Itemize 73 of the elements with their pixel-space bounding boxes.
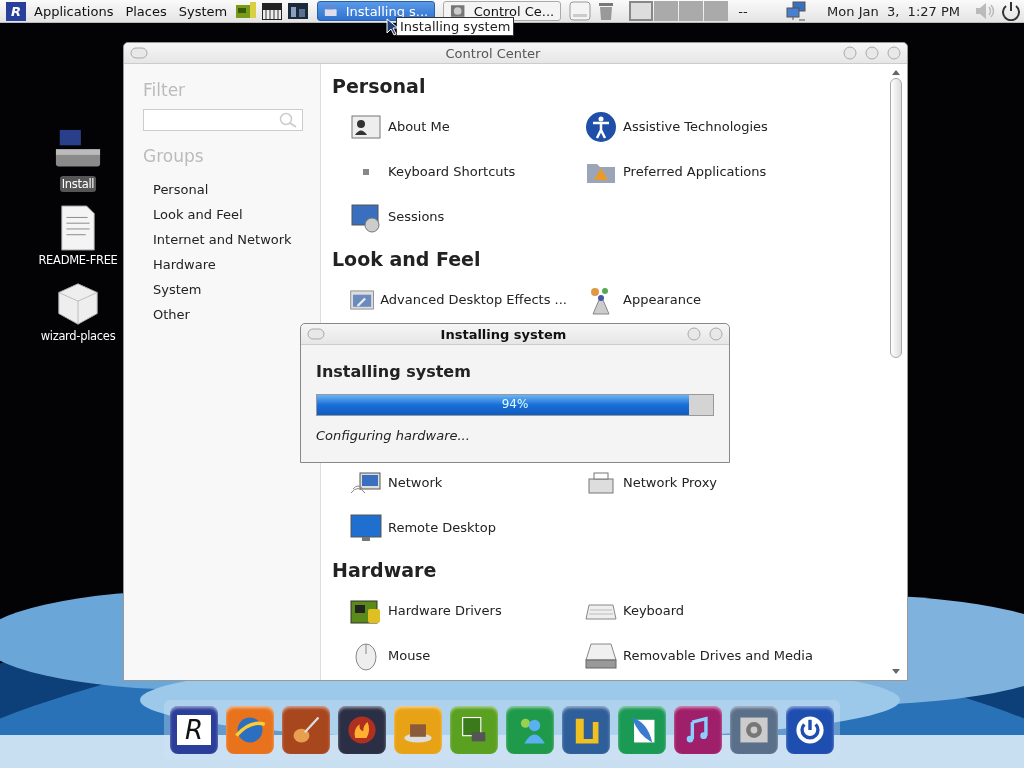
cursor-icon	[386, 18, 398, 36]
section-heading: Personal	[332, 74, 427, 99]
section-heading: Hardware	[332, 558, 438, 583]
status-text: Configuring hardware...	[316, 428, 471, 443]
monitor-icon[interactable]	[350, 511, 382, 544]
logo[interactable]: R	[6, 1, 26, 21]
settings-item-link[interactable]: Network Proxy	[623, 475, 718, 490]
desktop-icon-label[interactable]: Install	[59, 176, 97, 192]
tooltip: Installing system	[396, 17, 515, 36]
window-title: Installing system	[439, 326, 568, 342]
settings-item-link[interactable]: Keyboard	[623, 603, 685, 618]
power-icon	[793, 713, 827, 747]
flame-icon	[345, 713, 379, 747]
scrollbar-thumb[interactable]	[890, 78, 902, 358]
group-link[interactable]: Other	[143, 302, 190, 327]
filter-field[interactable]	[143, 109, 303, 131]
workspace-name: --	[738, 3, 748, 19]
power-icon[interactable]	[1000, 1, 1022, 21]
group-link[interactable]: Personal	[143, 177, 209, 202]
settings-item-link[interactable]: Remote Desktop	[388, 520, 496, 535]
filter-label: Filter	[143, 80, 186, 102]
workspace-button[interactable]	[654, 1, 679, 21]
settings-item-link[interactable]: Hardware Drivers	[388, 603, 502, 618]
desktop-icon-label[interactable]: README-FREE	[36, 252, 120, 268]
piano-icon[interactable]	[261, 1, 284, 21]
menu-item[interactable]: Applications	[30, 3, 118, 19]
scroll-up-icon[interactable]	[891, 68, 901, 76]
settings-item-link[interactable]: Advanced Desktop Effects ...	[380, 292, 567, 307]
window-title: Control Center	[444, 45, 542, 61]
settings-item-link[interactable]: Keyboard Shortcuts	[388, 164, 516, 179]
dock-button[interactable]	[674, 706, 722, 754]
menu-item[interactable]: Places	[121, 3, 171, 19]
workspace-button[interactable]	[679, 1, 704, 21]
settings-item-link[interactable]: Sessions	[388, 209, 445, 224]
workspace-button[interactable]	[629, 1, 654, 21]
scroll-down-icon[interactable]	[891, 668, 901, 676]
dock-button[interactable]	[562, 706, 610, 754]
taskbar-button[interactable]: Installing s...	[317, 1, 436, 21]
settings-item-link[interactable]: Mouse	[388, 648, 431, 663]
settings-item-link[interactable]: Network	[388, 475, 443, 490]
dock-logo-button[interactable]: R	[170, 706, 218, 754]
dock-button[interactable]	[226, 706, 274, 754]
menu-item[interactable]: System	[174, 3, 232, 19]
workspace-button[interactable]	[704, 1, 729, 21]
group-link[interactable]: Hardware	[143, 252, 216, 277]
dock-button[interactable]	[338, 706, 386, 754]
dock-button[interactable]	[394, 706, 442, 754]
groups-label: Groups	[143, 146, 204, 168]
dock-button[interactable]	[786, 706, 834, 754]
group-link[interactable]: Internet and Network	[143, 227, 292, 252]
dialog-heading: Installing system	[316, 362, 472, 381]
settings-item-link[interactable]: About Me	[388, 119, 450, 134]
search-icon	[278, 112, 298, 128]
dock-button[interactable]	[618, 706, 666, 754]
dock-button[interactable]	[730, 706, 778, 754]
logo: R	[177, 715, 211, 745]
desktop-icon-label[interactable]: wizard-places	[38, 328, 118, 344]
dock-button[interactable]	[450, 706, 498, 754]
settings-item-link[interactable]: Removable Drives and Media	[623, 648, 813, 663]
group-link[interactable]: Look and Feel	[143, 202, 243, 227]
clock[interactable]: Mon Jan 3, 1:27 PM	[827, 3, 960, 19]
group-link[interactable]: System	[143, 277, 202, 302]
image-icon[interactable]	[287, 1, 310, 21]
settings-item-link[interactable]: Assistive Technologies	[623, 119, 768, 134]
dock-button[interactable]	[282, 706, 330, 754]
section-heading: Look and Feel	[332, 247, 482, 272]
progress-label: 94%	[500, 397, 530, 411]
network-icon[interactable]	[785, 1, 808, 21]
settings-item-link[interactable]: Appearance	[623, 292, 702, 307]
settings-item-link[interactable]: Preferred Applications	[623, 164, 767, 179]
accessibility-icon[interactable]	[585, 110, 617, 143]
drive-icon	[324, 3, 338, 19]
circuit-board-icon[interactable]	[235, 1, 258, 21]
